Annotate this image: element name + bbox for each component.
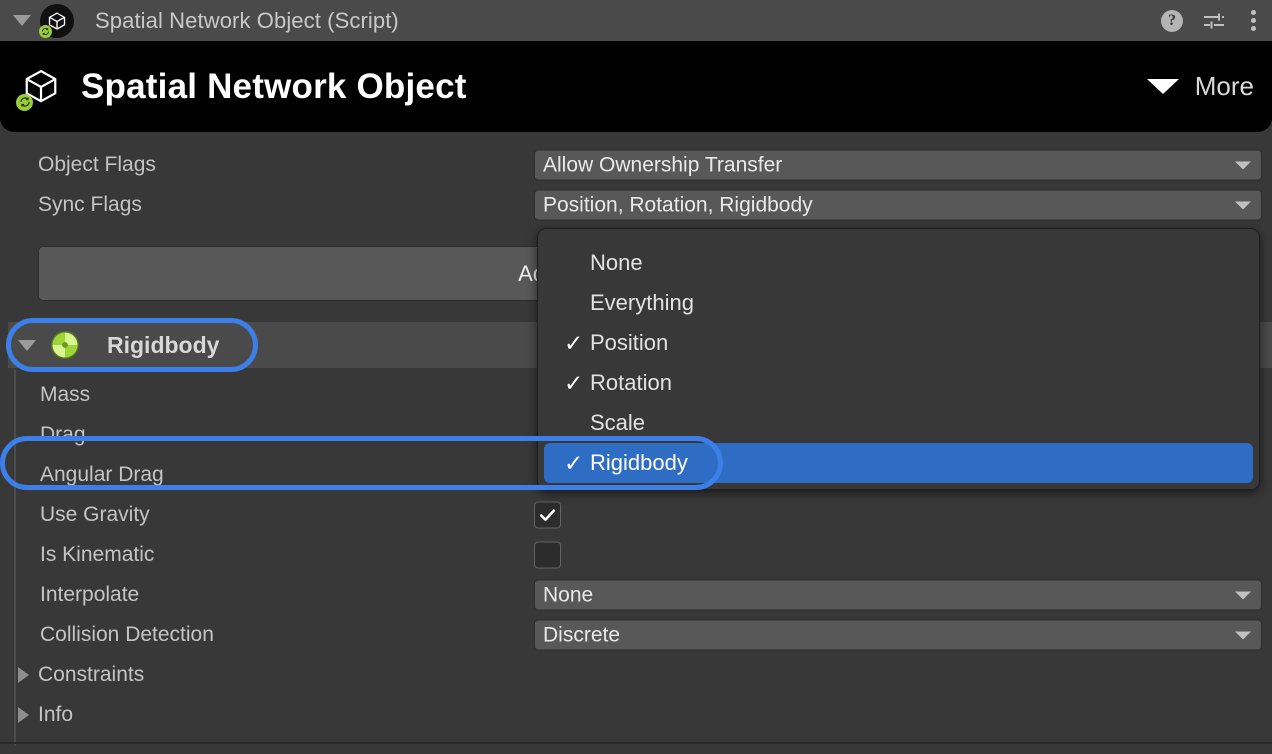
chevron-down-icon <box>1235 161 1251 169</box>
constraints-label: Constraints <box>38 663 145 686</box>
interpolate-label: Interpolate <box>40 583 140 606</box>
is-kinematic-checkbox[interactable] <box>534 541 561 569</box>
sync-flags-value: Position, Rotation, Rigidbody <box>543 193 813 216</box>
sync-badge-icon <box>16 93 33 111</box>
collision-detection-value: Discrete <box>543 623 621 646</box>
component-banner: Spatial Network Object More <box>0 41 1272 132</box>
sync-badge-icon <box>39 24 52 38</box>
component-title: Spatial Network Object (Script) <box>95 7 399 33</box>
object-flags-value: Allow Ownership Transfer <box>543 153 783 176</box>
property-row-interpolate: Interpolate None <box>0 575 1272 615</box>
menu-item-scale[interactable]: Scale <box>538 403 1259 443</box>
property-row-sync-flags: Sync Flags Position, Rotation, Rigidbody <box>0 185 1272 225</box>
interpolate-value: None <box>543 583 594 606</box>
presets-icon <box>1204 13 1224 28</box>
property-row-is-kinematic: Is Kinematic <box>0 535 1272 575</box>
sync-flags-dropdown[interactable]: Position, Rotation, Rigidbody <box>534 189 1262 221</box>
menu-label-rigidbody: Rigidbody <box>590 450 688 475</box>
menu-item-position[interactable]: ✓ Position <box>538 323 1259 363</box>
info-label: Info <box>38 703 74 726</box>
titlebar-actions: ? <box>1161 0 1262 41</box>
overflow-menu-button[interactable] <box>1245 10 1262 31</box>
property-row-collision-detection: Collision Detection Discrete <box>0 615 1272 655</box>
chevron-down-icon <box>1235 591 1251 599</box>
property-row-use-gravity: Use Gravity <box>0 495 1272 535</box>
chevron-down-icon <box>1146 79 1179 94</box>
use-gravity-checkbox[interactable] <box>534 501 561 529</box>
page-title: Spatial Network Object <box>81 66 467 106</box>
menu-check-position: ✓ <box>564 329 584 356</box>
angular-drag-label: Angular Drag <box>40 463 164 486</box>
mass-label: Mass <box>40 383 91 406</box>
menu-label-rotation: Rotation <box>590 370 672 395</box>
component-titlebar: Spatial Network Object (Script) ? <box>0 0 1272 41</box>
interpolate-dropdown[interactable]: None <box>534 579 1262 611</box>
chevron-down-icon <box>1235 631 1251 639</box>
menu-label-none: None <box>590 250 643 275</box>
collision-detection-label: Collision Detection <box>40 623 214 646</box>
property-row-object-flags: Object Flags Allow Ownership Transfer <box>0 145 1272 185</box>
menu-check-rigidbody: ✓ <box>564 449 584 476</box>
titlebar-left-group: Spatial Network Object (Script) <box>0 3 399 38</box>
menu-item-everything[interactable]: Everything <box>538 283 1259 323</box>
help-button[interactable]: ? <box>1161 9 1183 32</box>
presets-button[interactable] <box>1201 9 1227 33</box>
chevron-right-icon <box>18 667 29 683</box>
object-flags-dropdown[interactable]: Allow Ownership Transfer <box>534 149 1262 181</box>
help-icon: ? <box>1161 9 1183 32</box>
foldout-info[interactable]: Info <box>0 695 1272 735</box>
rigidbody-icon <box>51 331 79 359</box>
banner-icon-group <box>16 65 62 111</box>
use-gravity-label: Use Gravity <box>40 503 150 526</box>
unity-inspector-panel: Spatial Network Object (Script) ? Spatia… <box>0 0 1272 754</box>
collision-detection-dropdown[interactable]: Discrete <box>534 619 1262 651</box>
bottom-separator <box>0 742 1272 744</box>
component-foldout-arrow-icon[interactable] <box>13 15 31 26</box>
checkmark-icon <box>539 509 556 522</box>
rigidbody-title: Rigidbody <box>107 331 220 358</box>
drag-label: Drag <box>40 423 86 446</box>
more-label: More <box>1194 71 1254 101</box>
menu-label-position: Position <box>590 330 669 355</box>
refresh-icon <box>42 27 49 35</box>
menu-label-scale: Scale <box>590 410 646 435</box>
menu-item-none[interactable]: None <box>538 243 1259 283</box>
is-kinematic-label: Is Kinematic <box>40 543 155 566</box>
more-button[interactable]: More <box>1146 41 1254 132</box>
menu-item-rigidbody[interactable]: ✓ Rigidbody <box>544 443 1253 483</box>
rigidbody-foldout-arrow-icon[interactable] <box>18 339 36 351</box>
sync-flags-dropdown-menu: None Everything ✓ Position ✓ Rotation Sc… <box>537 228 1260 490</box>
refresh-icon <box>19 97 30 107</box>
sync-flags-label: Sync Flags <box>38 193 142 216</box>
menu-check-rotation: ✓ <box>564 369 584 396</box>
object-flags-label: Object Flags <box>38 153 156 176</box>
script-icon <box>39 3 74 38</box>
menu-item-rotation[interactable]: ✓ Rotation <box>538 363 1259 403</box>
chevron-right-icon <box>18 707 29 723</box>
menu-label-everything: Everything <box>590 290 694 315</box>
overflow-menu-icon <box>1245 10 1262 31</box>
chevron-down-icon <box>1235 201 1251 209</box>
foldout-constraints[interactable]: Constraints <box>0 655 1272 695</box>
